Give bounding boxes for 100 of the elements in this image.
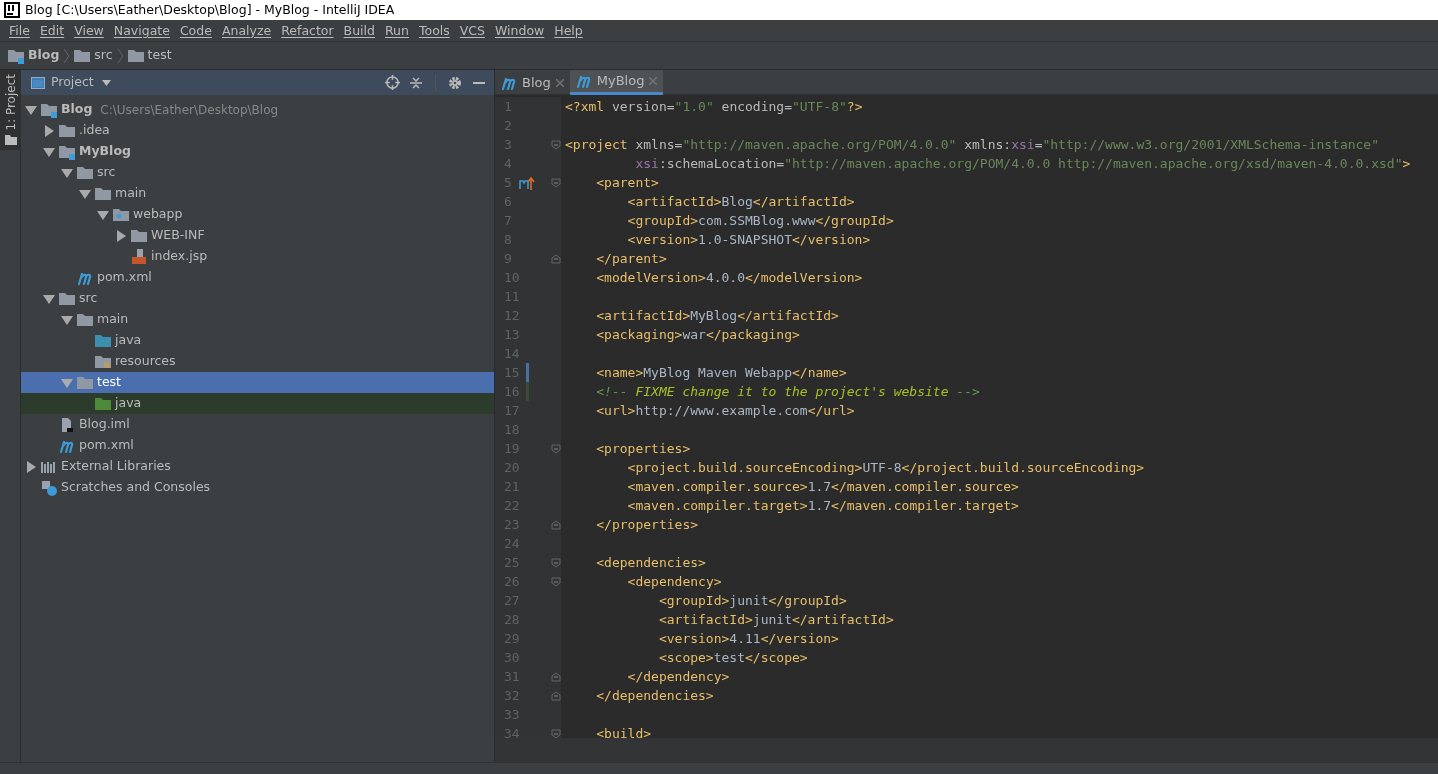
menu-item[interactable]: Refactor bbox=[276, 20, 339, 41]
fold-marker-icon[interactable] bbox=[551, 443, 561, 454]
chevron-icon bbox=[116, 47, 124, 64]
breadcrumb[interactable]: test bbox=[127, 46, 172, 65]
panel-view-dropdown[interactable]: Project bbox=[51, 73, 111, 92]
collapse-arrow-icon[interactable] bbox=[61, 166, 73, 179]
tree-item[interactable]: WEB-INF bbox=[21, 225, 494, 246]
test-folder-icon bbox=[95, 395, 111, 412]
tree-item[interactable]: External Libraries bbox=[21, 456, 494, 477]
fold-marker-icon[interactable] bbox=[551, 690, 561, 701]
code-line: <?xml version="1.0" encoding="UTF-8"?> bbox=[564, 97, 863, 116]
folder-icon bbox=[77, 311, 93, 328]
code-line: xsi:schemaLocation="http://maven.apache.org/POM/4.0.0 http://maven.apache.org/xsd/maven-4.0.0.xsd"> bbox=[634, 154, 1411, 173]
code-line: <artifactId>Blog</artifactId> bbox=[626, 192, 855, 211]
collapse-arrow-icon[interactable] bbox=[79, 187, 91, 200]
locate-button[interactable] bbox=[383, 73, 401, 92]
code-line: <version>4.11</version> bbox=[657, 629, 839, 648]
menu-item[interactable]: Analyze bbox=[216, 20, 277, 41]
folder-icon bbox=[95, 185, 111, 202]
fold-marker-icon[interactable] bbox=[551, 139, 561, 150]
resources-folder-icon bbox=[95, 353, 111, 370]
folder-icon bbox=[127, 47, 144, 64]
code-line: </dependency> bbox=[626, 667, 730, 686]
code-line: <build> bbox=[595, 724, 652, 738]
code-line: <name>MyBlog Maven Webapp</name> bbox=[595, 363, 847, 382]
expand-arrow-icon[interactable] bbox=[25, 460, 37, 473]
chevron-icon bbox=[63, 47, 71, 64]
collapse-arrow-icon[interactable] bbox=[61, 376, 73, 389]
fold-marker-icon[interactable] bbox=[551, 576, 561, 587]
tree-item[interactable]: Scratches and Consoles bbox=[21, 477, 494, 498]
tree-item[interactable]: .idea bbox=[21, 120, 494, 141]
collapse-arrow-icon[interactable] bbox=[25, 103, 37, 116]
collapse-arrow-icon[interactable] bbox=[43, 145, 55, 158]
collapse-arrow-icon[interactable] bbox=[97, 208, 109, 221]
breadcrumb[interactable]: Blog bbox=[8, 46, 60, 65]
tree-item[interactable]: Blog C:\Users\Eather\Desktop\Blog bbox=[21, 99, 494, 120]
code-line: <properties> bbox=[595, 439, 691, 458]
folder-icon bbox=[59, 122, 75, 139]
editor-tab[interactable]: MyBlog bbox=[569, 70, 664, 95]
menu-item[interactable]: Run bbox=[380, 20, 414, 41]
folder-icon bbox=[77, 164, 93, 181]
menu-item[interactable]: Edit bbox=[34, 20, 70, 41]
menu-item[interactable]: Build bbox=[338, 20, 380, 41]
menu-item[interactable]: Tools bbox=[413, 20, 455, 41]
menu-item[interactable]: File bbox=[4, 20, 35, 41]
module-folder-icon bbox=[59, 143, 75, 160]
tree-item[interactable]: pom.xml bbox=[21, 435, 494, 456]
editor-tab[interactable]: Blog bbox=[495, 70, 570, 95]
collapse-arrow-icon[interactable] bbox=[43, 292, 55, 305]
menu-item[interactable]: Code bbox=[174, 20, 217, 41]
folder-icon bbox=[77, 374, 93, 391]
menu-item[interactable]: Navigate bbox=[108, 20, 175, 41]
expand-arrow-icon[interactable] bbox=[115, 229, 127, 242]
tree-item[interactable]: index.jsp bbox=[21, 246, 494, 267]
project-tool-tab[interactable]: 1: Project bbox=[0, 70, 21, 150]
code-line: </properties> bbox=[595, 515, 699, 534]
menu-item[interactable]: View bbox=[69, 20, 109, 41]
close-icon[interactable] bbox=[555, 78, 564, 87]
tree-item[interactable]: java bbox=[21, 393, 494, 414]
file-path: C:\Users\Eather\Desktop\Blog bbox=[100, 101, 279, 119]
code-line: </parent> bbox=[595, 249, 667, 268]
code-line: <scope>test</scope> bbox=[657, 648, 808, 667]
tree-item[interactable]: test bbox=[21, 372, 494, 393]
tree-item[interactable]: pom.xml bbox=[21, 267, 494, 288]
code-line: <dependency> bbox=[626, 572, 722, 591]
menu-item[interactable]: Window bbox=[490, 20, 550, 41]
code-line: <version>1.0-SNAPSHOT</version> bbox=[626, 230, 871, 249]
scratches-icon bbox=[41, 479, 57, 496]
code-line: <artifactId>MyBlog</artifactId> bbox=[595, 306, 839, 325]
fold-marker-icon[interactable] bbox=[551, 519, 561, 530]
override-marker-icon[interactable] bbox=[519, 174, 535, 191]
collapse-arrow-icon[interactable] bbox=[61, 313, 73, 326]
code-line: <project.build.sourceEncoding>UTF-8</project.build.sourceEncoding> bbox=[626, 458, 1145, 477]
web-folder-icon bbox=[113, 206, 129, 223]
breadcrumb[interactable]: src bbox=[74, 46, 113, 65]
folder-icon bbox=[59, 290, 75, 307]
tree-item[interactable]: webapp bbox=[21, 204, 494, 225]
tree-item[interactable]: main bbox=[21, 309, 494, 330]
menu-item[interactable]: VCS bbox=[454, 20, 490, 41]
tree-item[interactable]: src bbox=[21, 288, 494, 309]
tree-item[interactable]: main bbox=[21, 183, 494, 204]
fold-marker-icon[interactable] bbox=[551, 253, 561, 264]
tree-item[interactable]: Blog.iml bbox=[21, 414, 494, 435]
code-line: <modelVersion>4.0.0</modelVersion> bbox=[595, 268, 863, 287]
fold-marker-icon[interactable] bbox=[551, 671, 561, 682]
tree-item[interactable]: src bbox=[21, 162, 494, 183]
fold-marker-icon[interactable] bbox=[551, 557, 561, 568]
code-line: <url>http://www.example.com</url> bbox=[595, 401, 855, 420]
tree-item[interactable]: java bbox=[21, 330, 494, 351]
fold-marker-icon[interactable] bbox=[551, 177, 561, 188]
tree-item[interactable]: MyBlog bbox=[21, 141, 494, 162]
fold-marker-icon[interactable] bbox=[551, 728, 561, 738]
code-line: <groupId>junit</groupId> bbox=[657, 591, 847, 610]
menu-item[interactable]: Help bbox=[549, 20, 588, 41]
code-line: <artifactId>junit</artifactId> bbox=[657, 610, 894, 629]
horizontal-scrollbar[interactable] bbox=[495, 738, 1438, 762]
tree-item[interactable]: resources bbox=[21, 351, 494, 372]
expand-arrow-icon[interactable] bbox=[43, 124, 55, 137]
dropdown-caret-icon bbox=[101, 79, 111, 86]
folder-icon bbox=[4, 134, 17, 145]
